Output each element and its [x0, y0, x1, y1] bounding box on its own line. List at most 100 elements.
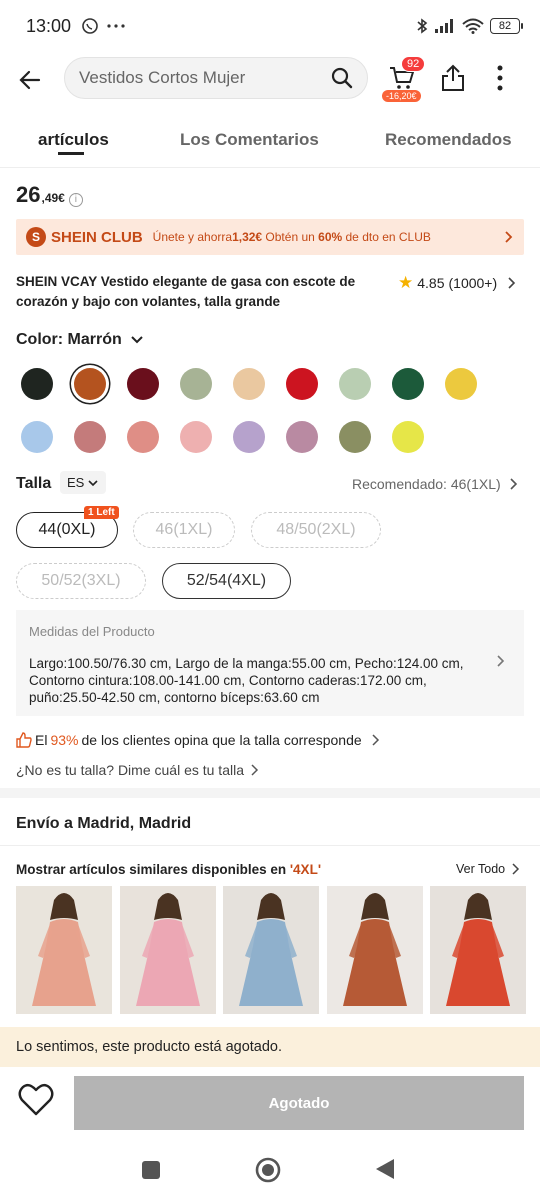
- color-swatch[interactable]: [392, 368, 424, 400]
- measure-value: 108.00-141.00 cm,: [132, 673, 249, 688]
- cart-discount-badge: -16,20€: [382, 90, 421, 102]
- measure-value: 124.00 cm,: [396, 656, 464, 671]
- chevron-down-icon: [88, 479, 98, 486]
- view-all-link[interactable]: Ver Todo: [456, 862, 521, 876]
- more-dots-icon: [107, 24, 125, 28]
- search-query: Vestidos Cortos Mujer: [79, 68, 246, 87]
- sold-out-button[interactable]: Agotado: [74, 1076, 524, 1130]
- measure-key: contorno bíceps:: [164, 690, 264, 705]
- back-nav-button[interactable]: [374, 1157, 396, 1181]
- shipping-destination[interactable]: Envío a Madrid, Madrid: [16, 815, 191, 833]
- measure-value: 100.50/76.30 cm,: [67, 656, 176, 671]
- color-swatch[interactable]: [445, 368, 477, 400]
- measure-value: 63.60 cm: [263, 690, 320, 705]
- recommended-size[interactable]: Recomendado: 46(1XL): [352, 476, 519, 492]
- dress-image: [239, 893, 303, 1006]
- wishlist-button[interactable]: [18, 1083, 54, 1122]
- search-icon[interactable]: [331, 67, 353, 89]
- back-button[interactable]: [0, 52, 60, 108]
- star-icon: ★: [398, 273, 414, 292]
- measure-value: 172.00 cm,: [359, 673, 427, 688]
- status-bar: 13:00 82: [0, 0, 540, 52]
- color-swatch[interactable]: [127, 421, 159, 453]
- similar-item-thumbnail[interactable]: [430, 886, 526, 1014]
- more-options-button[interactable]: [496, 64, 504, 97]
- color-selector-label[interactable]: Color: Marrón: [16, 331, 144, 349]
- battery-indicator: 82: [490, 18, 523, 34]
- status-time: 13:00: [26, 15, 72, 36]
- tab-recomendados[interactable]: Recomendados: [385, 130, 512, 150]
- active-tab-indicator: [58, 152, 84, 155]
- color-swatch[interactable]: [127, 368, 159, 400]
- color-swatch[interactable]: [180, 368, 212, 400]
- color-swatch[interactable]: [392, 421, 424, 453]
- vertical-dots-icon: [497, 65, 503, 91]
- rating-value: 4.85: [417, 275, 445, 291]
- thumbs-up-icon: [16, 732, 32, 748]
- home-button[interactable]: [254, 1156, 282, 1184]
- chevron-right-icon: [251, 764, 259, 776]
- color-swatch[interactable]: [21, 421, 53, 453]
- system-navigation-bar: [0, 1141, 540, 1200]
- dress-image: [135, 893, 200, 1006]
- price: 26 ,49€ i: [16, 182, 83, 208]
- similar-item-thumbnail[interactable]: [119, 886, 216, 1014]
- cart-button[interactable]: 92 -16,20€: [382, 54, 426, 104]
- similar-item-thumbnail[interactable]: [16, 886, 112, 1014]
- measure-key: Contorno cintura:: [29, 673, 133, 688]
- size-region-select[interactable]: ES: [60, 471, 107, 494]
- shein-club-banner[interactable]: S SHEIN CLUB Únete y ahorra1,32€ Obtén u…: [16, 219, 524, 255]
- size-option-46[interactable]: 46(1XL): [133, 512, 235, 548]
- size-advice-link[interactable]: ¿No es tu talla? Dime cuál es tu talla: [16, 762, 260, 778]
- color-swatch[interactable]: [74, 368, 106, 400]
- color-swatch[interactable]: [21, 368, 53, 400]
- size-option-50-52[interactable]: 50/52(3XL): [16, 563, 146, 599]
- color-swatch[interactable]: [180, 421, 212, 453]
- color-swatch[interactable]: [339, 421, 371, 453]
- info-icon[interactable]: i: [68, 192, 83, 207]
- search-input[interactable]: Vestidos Cortos Mujer: [64, 57, 368, 99]
- color-swatch[interactable]: [74, 421, 106, 453]
- similar-item-thumbnail[interactable]: [223, 886, 319, 1014]
- measure-key: Pecho:: [354, 656, 397, 671]
- color-swatch[interactable]: [233, 368, 265, 400]
- measure-value: 25.50-42.50 cm,: [62, 690, 165, 705]
- size-fit-info[interactable]: El 93% de los clientes opina que la tall…: [16, 732, 381, 748]
- size-option-52-54[interactable]: 52/54(4XL): [162, 563, 291, 599]
- chevron-right-icon: [508, 277, 516, 289]
- club-name: SHEIN CLUB: [51, 228, 143, 246]
- dress-image: [32, 893, 96, 1006]
- divider: [0, 845, 540, 846]
- product-rating[interactable]: ★ 4.85 (1000+): [398, 273, 519, 293]
- measure-key: Largo de la manga:: [175, 656, 292, 671]
- color-swatch[interactable]: [286, 368, 318, 400]
- measure-key: Largo:: [29, 656, 68, 671]
- heart-icon: [18, 1083, 54, 1116]
- measure-key: Contorno caderas:: [248, 673, 360, 688]
- similar-item-thumbnail[interactable]: [326, 886, 423, 1014]
- product-title: SHEIN VCAY Vestido elegante de gasa con …: [16, 274, 356, 309]
- price-decimals: ,49€: [41, 191, 65, 205]
- wifi-icon: [462, 18, 484, 34]
- product-measures[interactable]: Medidas del Producto Largo:100.50/76.30 …: [16, 610, 524, 716]
- out-of-stock-notice: Lo sentimos, este producto está agotado.: [0, 1027, 540, 1067]
- color-swatch[interactable]: [233, 421, 265, 453]
- recent-apps-button[interactable]: [140, 1159, 162, 1181]
- color-swatch[interactable]: [339, 368, 371, 400]
- club-promo-text: Únete y ahorra1,32€ Obtén un 60% de dto …: [152, 230, 431, 244]
- chevron-right-icon: [497, 655, 505, 667]
- tab-articulos[interactable]: artículos: [38, 130, 109, 150]
- chevron-right-icon: [510, 478, 517, 490]
- bottom-action-bar: Agotado: [0, 1067, 540, 1141]
- price-main: 26: [16, 182, 41, 207]
- measure-value: 55.00 cm,: [291, 656, 355, 671]
- share-icon: [442, 64, 464, 91]
- tab-comentarios[interactable]: Los Comentarios: [180, 130, 319, 150]
- color-swatch[interactable]: [286, 421, 318, 453]
- back-arrow-icon: [19, 70, 41, 90]
- size-option-48-50[interactable]: 48/50(2XL): [251, 512, 381, 548]
- size-label: Talla: [16, 475, 52, 492]
- section-divider: [0, 788, 540, 798]
- share-button[interactable]: [440, 64, 466, 97]
- signal-icon: [435, 19, 453, 33]
